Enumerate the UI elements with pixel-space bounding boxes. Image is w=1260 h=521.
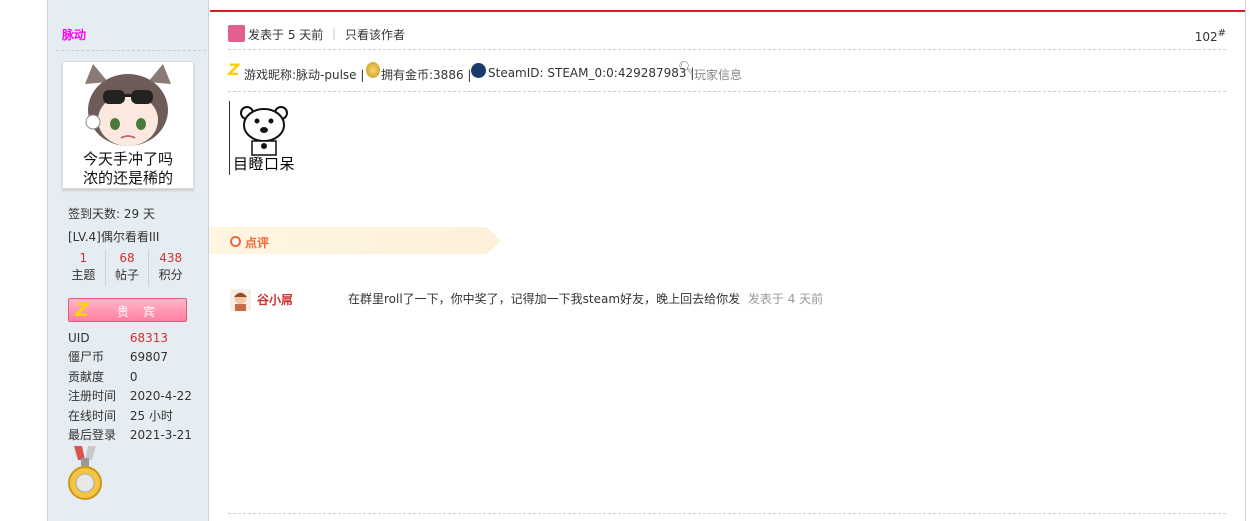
info-key: 注册时间 [68, 389, 117, 404]
sticker-caption: 目瞪口呆 [233, 155, 296, 173]
sticker-image: 目瞪口呆 [229, 101, 301, 175]
author-online-icon [228, 25, 245, 42]
stat-threads[interactable]: 1 主题 [62, 250, 106, 286]
info-value: 69807 [129, 350, 169, 365]
commenter-avatar[interactable] [230, 289, 251, 311]
user-info-table: UID 68313 僵尸币 69807 贡献度 0 注册时间 2020-4-22… [68, 329, 192, 445]
info-key: 贡献度 [68, 369, 105, 384]
stat-value: 1 [79, 251, 88, 265]
user-level[interactable]: [LV.4]偶尔看看III [68, 228, 159, 245]
bear-sticker-icon [240, 106, 288, 156]
only-author-link[interactable]: 只看该作者 [345, 26, 405, 43]
commenter-name[interactable]: 谷小屌 [257, 291, 293, 308]
game-info-bar: Z 游戏昵称:脉动-pulse | 拥有金币:3886 | SteamID: S… [228, 60, 1226, 92]
steam-id: SteamID: STEAM_0:0:429287983 | [488, 66, 695, 80]
info-value: 25 小时 [129, 408, 173, 423]
info-key: 最后登录 [68, 427, 117, 442]
info-row: 注册时间 2020-4-22 [68, 387, 192, 406]
steam-icon [471, 63, 486, 78]
floor-value: 102 [1194, 30, 1218, 44]
avatar-caption: 浓的还是稀的 [82, 169, 173, 187]
stat-posts[interactable]: 68 帖子 [106, 250, 150, 286]
info-row: 僵尸币 69807 [68, 348, 192, 367]
info-key: UID [68, 331, 90, 345]
post-meta-bar: 发表于 5 天前 | 只看该作者 102# [228, 24, 1226, 50]
info-row: 在线时间 25 小时 [68, 407, 192, 426]
info-row: 贡献度 0 [68, 368, 192, 387]
coin-icon [366, 62, 380, 78]
info-key: 在线时间 [68, 408, 117, 423]
coin-count: 拥有金币:3886 | [381, 68, 472, 82]
floor-number[interactable]: 102# [1195, 28, 1226, 44]
circle-icon [230, 236, 241, 247]
stat-label: 帖子 [115, 268, 140, 282]
stat-value: 438 [159, 251, 183, 265]
info-key: 僵尸币 [68, 350, 105, 365]
user-stats: 1 主题 68 帖子 438 积分 [62, 250, 192, 286]
floor-suffix: # [1217, 28, 1226, 39]
vip-badge[interactable]: Z 贵宾 [68, 298, 187, 322]
stat-label: 主题 [71, 268, 96, 282]
search-icon: 🔍︎ [678, 61, 695, 76]
comment-body: 在群里roll了一下，你中奖了，记得加一下我steam好友，晚上回去给你发 [348, 292, 741, 306]
game-nickname: 游戏昵称:脉动-pulse | [244, 68, 365, 82]
info-value: 2021-3-21 [129, 427, 192, 442]
z-logo-icon: Z [228, 60, 240, 79]
info-row: UID 68313 [68, 329, 192, 348]
avatar-caption: 今天手冲了吗 [82, 150, 173, 168]
info-value: 2020-4-22 [129, 389, 192, 404]
comment-title: 点评 [245, 236, 270, 250]
post-top-border [210, 10, 1245, 12]
info-value: 0 [129, 369, 138, 384]
separator: | [332, 26, 337, 40]
avatar-image [85, 64, 171, 146]
uid-link[interactable]: 68313 [130, 329, 168, 348]
divider [56, 50, 206, 51]
comment-item: 在群里roll了一下，你中奖了，记得加一下我steam好友，晚上回去给你发 发表… [348, 290, 823, 307]
stat-points[interactable]: 438 积分 [149, 250, 192, 286]
stat-label: 积分 [158, 268, 183, 282]
divider [228, 513, 1226, 514]
right-gutter [1245, 0, 1260, 521]
left-gutter [0, 0, 48, 521]
z-logo-icon: Z [75, 299, 89, 321]
stat-value: 68 [119, 251, 135, 265]
username-link[interactable]: 脉动 [62, 26, 86, 43]
medal-icon[interactable] [66, 444, 104, 504]
sign-in-days: 签到天数: 29 天 [68, 207, 155, 221]
user-sidebar: 脉动 今天手冲了吗 浓的还是稀的 签到天数: 29 天 [LV.4]偶尔看看II… [48, 0, 209, 521]
comment-time: 发表于 4 天前 [747, 292, 824, 306]
player-info-link[interactable]: 玩家信息 [694, 66, 742, 83]
avatar[interactable]: 今天手冲了吗 浓的还是稀的 [62, 61, 194, 189]
info-row: 最后登录 2021-3-21 [68, 426, 192, 445]
post-time: 发表于 5 天前 [248, 28, 324, 42]
comment-section-header: 点评 [209, 227, 501, 254]
vip-label: 贵宾 [117, 305, 170, 319]
